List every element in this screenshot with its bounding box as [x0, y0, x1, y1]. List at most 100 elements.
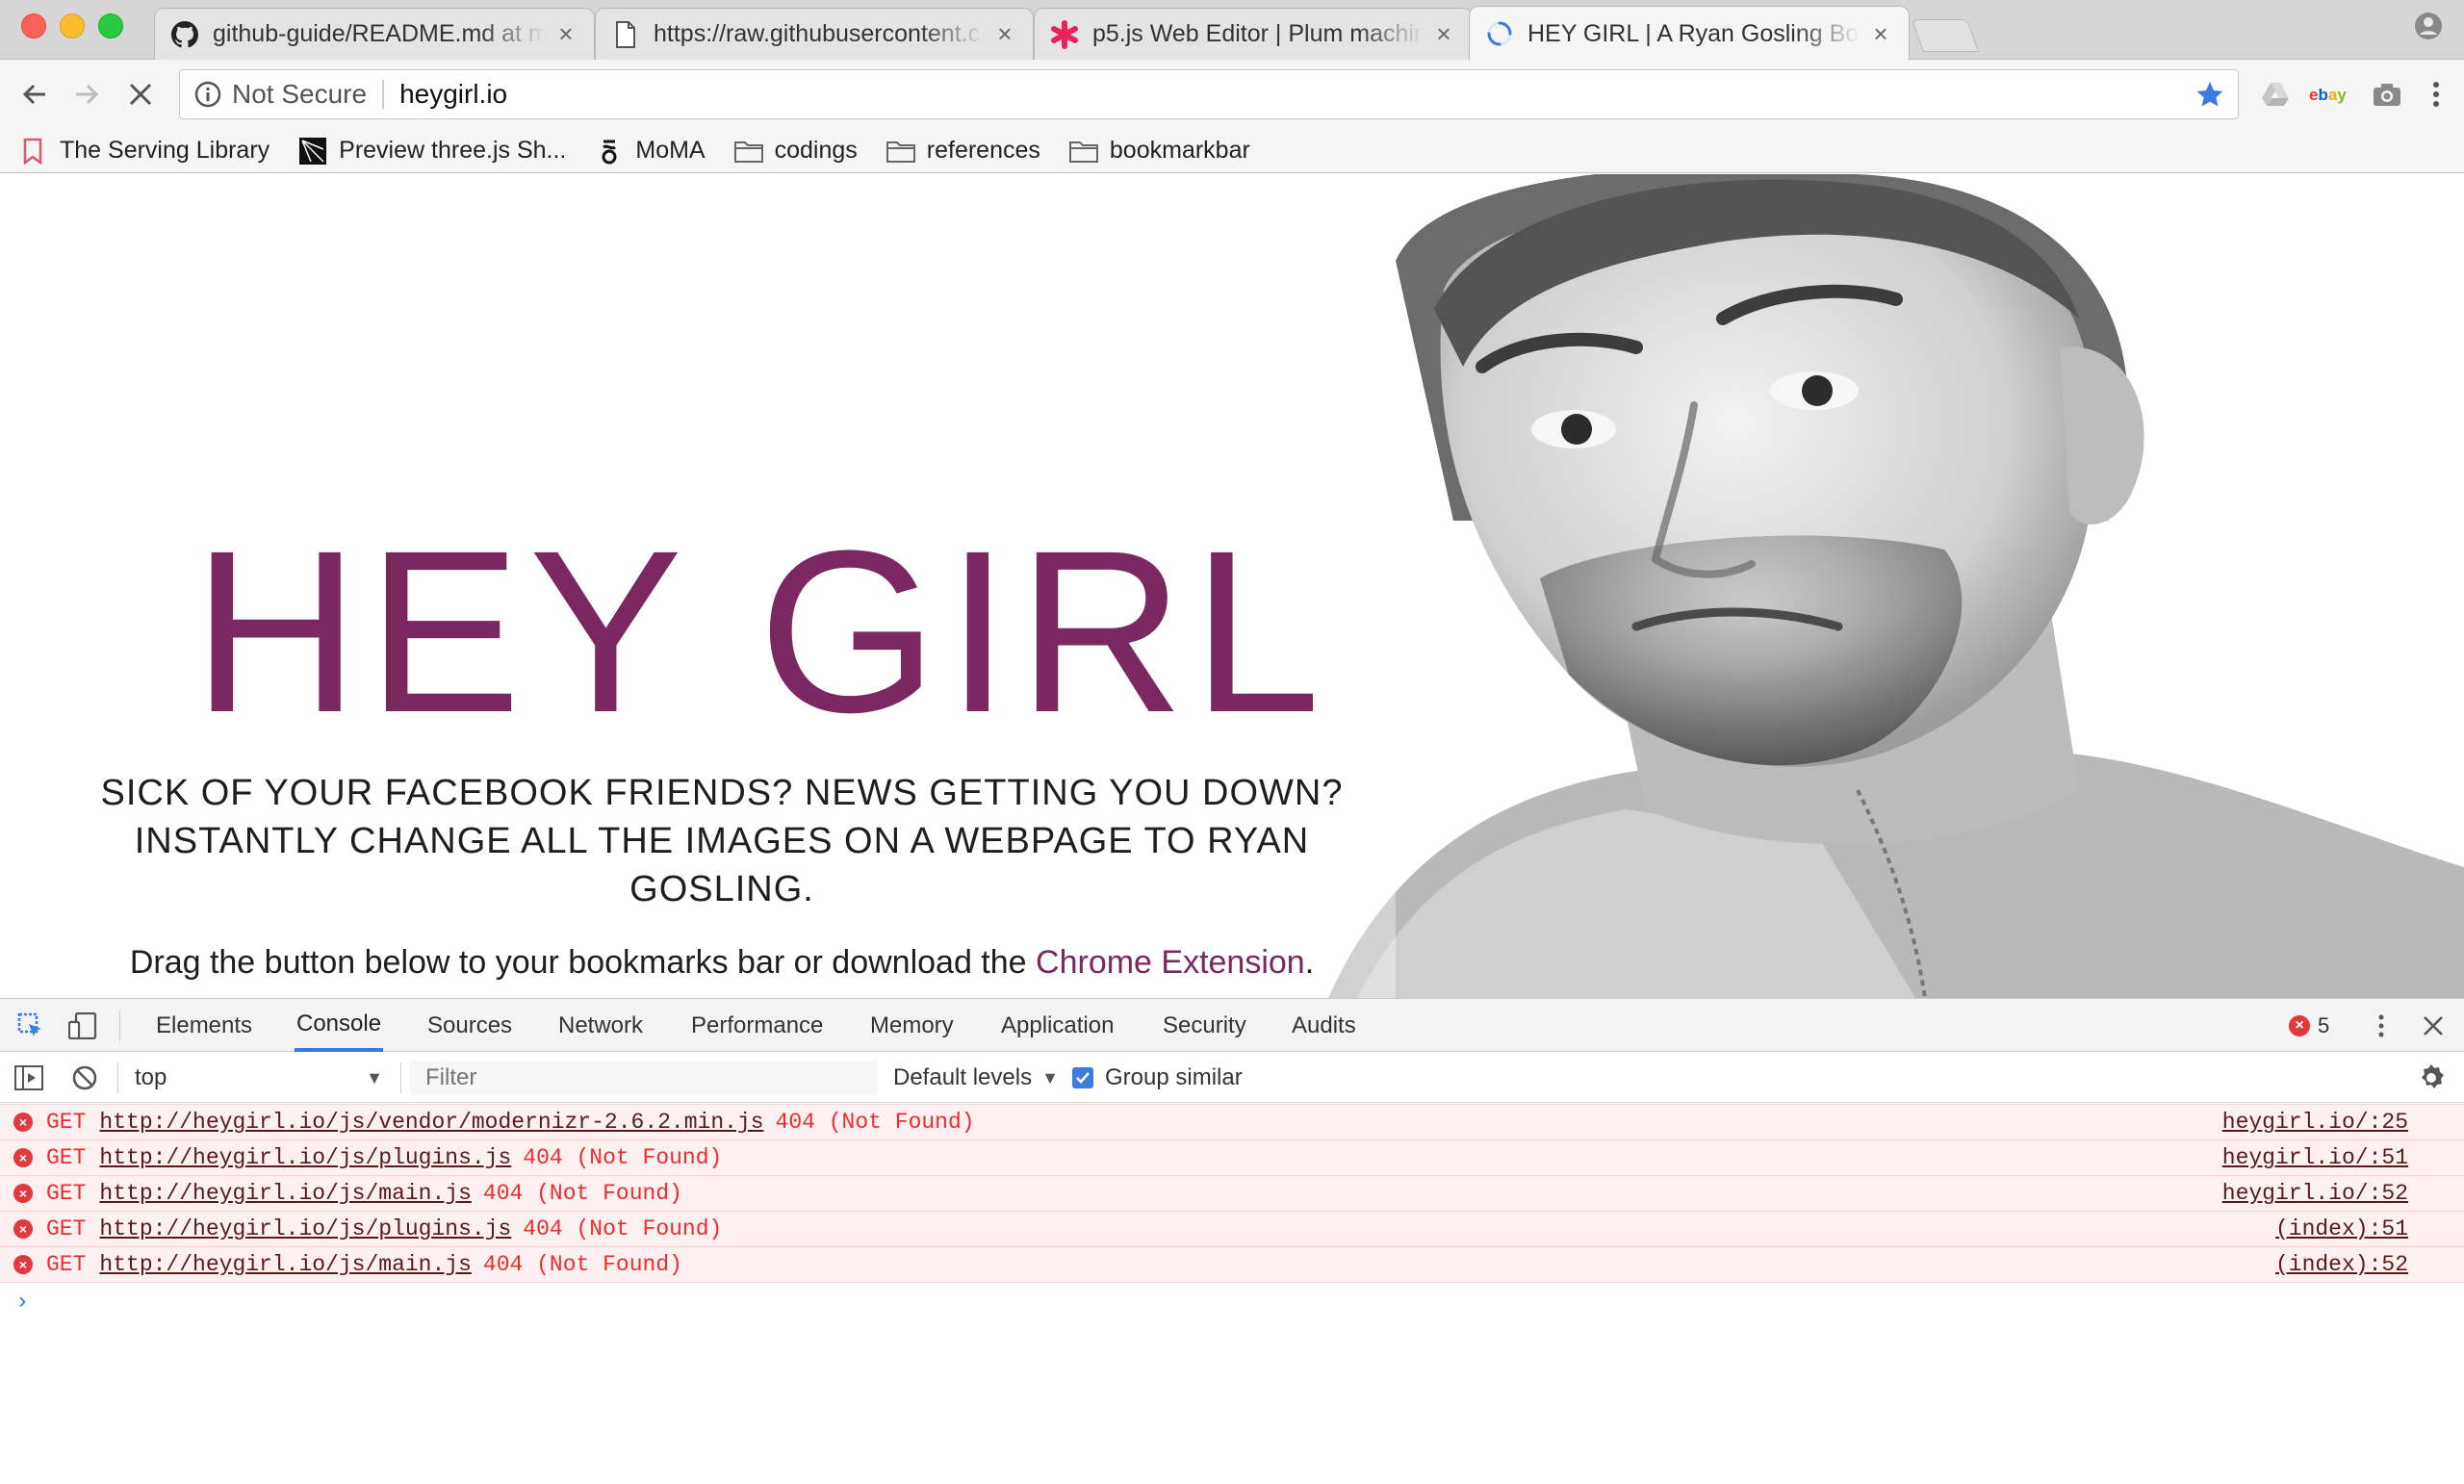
console-prompt[interactable]: › — [0, 1283, 2464, 1321]
bookmarklet-instructions: Drag the button below to your bookmarks … — [58, 944, 1386, 982]
github-icon — [170, 20, 199, 49]
group-similar-label: Group similar — [1105, 1064, 1243, 1090]
loading-spinner-icon — [1485, 19, 1514, 48]
bookmark-star-icon[interactable] — [2195, 80, 2224, 109]
console-error-row[interactable]: × GET http://heygirl.io/js/plugins.js 40… — [0, 1139, 2464, 1176]
forward-button[interactable] — [65, 73, 108, 115]
source-location-link[interactable]: heygirl.io/:52 — [2222, 1181, 2408, 1206]
console-filter-input[interactable] — [410, 1061, 878, 1095]
devtools-tab-elements[interactable]: Elements — [154, 999, 254, 1052]
tab-title: https://raw.githubusercontent.c — [654, 20, 981, 47]
source-location-link[interactable]: heygirl.io/:25 — [2222, 1110, 2408, 1135]
checkbox-checked-icon[interactable] — [1072, 1067, 1093, 1088]
forward-arrow-icon — [76, 84, 99, 105]
tab-title: github-guide/README.md at m — [213, 20, 546, 47]
browser-toolbar: Not Secure heygirl.io ebay — [0, 60, 2464, 129]
clear-console-icon[interactable] — [69, 1062, 100, 1093]
bookmark-label: references — [926, 137, 1040, 164]
devtools-tab-bar: Elements Console Sources Network Perform… — [0, 999, 2464, 1052]
browser-tab-p5js[interactable]: p5.js Web Editor | Plum machin × — [1034, 8, 1473, 60]
minimize-window-button[interactable] — [60, 13, 85, 38]
tab-close-icon[interactable]: × — [1431, 19, 1456, 49]
devtools-tab-network[interactable]: Network — [556, 999, 645, 1052]
instructions-text: Drag the button below to your bookmarks … — [129, 944, 1037, 981]
inspect-element-icon[interactable] — [15, 1011, 46, 1041]
tab-close-icon[interactable]: × — [553, 19, 578, 49]
devtools-tab-performance[interactable]: Performance — [689, 999, 825, 1052]
source-location-link[interactable]: (index):52 — [2275, 1252, 2408, 1277]
browser-tab-raw-github[interactable]: https://raw.githubusercontent.c × — [595, 8, 1034, 60]
info-icon[interactable] — [193, 80, 222, 109]
bookmark-folder-references[interactable]: references — [886, 137, 1040, 165]
security-label: Not Secure — [232, 79, 368, 109]
moma-icon — [595, 138, 624, 165]
request-url-link[interactable]: http://heygirl.io/js/plugins.js — [99, 1216, 511, 1241]
dropdown-arrow-icon: ▼ — [366, 1068, 383, 1087]
tab-close-icon[interactable]: × — [1868, 19, 1893, 49]
log-levels-dropdown[interactable]: Default levels ▼ — [893, 1061, 1059, 1095]
source-location-link[interactable]: heygirl.io/:51 — [2222, 1145, 2408, 1170]
filter-divider — [400, 1062, 401, 1093]
request-method: GET — [46, 1216, 87, 1241]
error-count-badge[interactable]: × 5 — [2289, 1011, 2329, 1041]
device-toolbar-icon[interactable] — [67, 1011, 98, 1041]
bookmark-moma[interactable]: MoMA — [595, 137, 706, 165]
devtools-tab-security[interactable]: Security — [1161, 999, 1248, 1052]
request-url-link[interactable]: http://heygirl.io/js/main.js — [99, 1181, 471, 1206]
javascript-context-select[interactable]: top ▼ — [135, 1061, 389, 1095]
browser-tab-github[interactable]: github-guide/README.md at m × — [154, 8, 595, 60]
request-url-link[interactable]: http://heygirl.io/js/main.js — [99, 1252, 471, 1277]
error-icon: × — [2289, 1015, 2310, 1036]
group-similar-toggle[interactable]: Group similar — [1072, 1061, 1243, 1095]
bookmark-label: codings — [774, 137, 858, 164]
error-icon: × — [13, 1113, 33, 1132]
profile-avatar-icon[interactable] — [2414, 12, 2443, 40]
devtools-menu-icon[interactable] — [2366, 1011, 2397, 1041]
tab-close-icon[interactable]: × — [992, 19, 1017, 49]
close-icon — [129, 83, 152, 106]
devtools-tab-application[interactable]: Application — [999, 999, 1116, 1052]
error-count: 5 — [2318, 1013, 2330, 1037]
page-viewport: HEY GIRL SICK OF YOUR FACEBOOK FRIENDS? … — [0, 174, 2464, 998]
tab-title: p5.js Web Editor | Plum machin — [1092, 20, 1424, 47]
address-bar[interactable]: Not Secure heygirl.io — [179, 69, 2239, 119]
devtools-tab-memory[interactable]: Memory — [868, 999, 956, 1052]
console-error-row[interactable]: × GET http://heygirl.io/js/plugins.js 40… — [0, 1211, 2464, 1247]
ebay-extension-icon[interactable]: ebay — [2306, 73, 2354, 115]
zoom-window-button[interactable] — [98, 13, 123, 38]
stop-loading-button[interactable] — [119, 73, 162, 115]
request-url-link[interactable]: http://heygirl.io/js/plugins.js — [99, 1145, 511, 1170]
new-tab-button[interactable] — [1911, 19, 1980, 52]
chrome-extension-link[interactable]: Chrome Extension — [1036, 944, 1305, 981]
camera-extension-icon[interactable] — [2368, 73, 2406, 115]
log-levels-label: Default levels — [893, 1064, 1033, 1090]
bookmark-label: Preview three.js Sh... — [339, 137, 567, 164]
console-error-row[interactable]: × GET http://heygirl.io/js/vendor/modern… — [0, 1104, 2464, 1140]
browser-tab-heygirl[interactable]: HEY GIRL | A Ryan Gosling Boo × — [1469, 6, 1910, 61]
prompt-chevron-icon: › — [15, 1289, 30, 1316]
bookmark-serving-library[interactable]: The Serving Library — [19, 137, 270, 165]
devtools-tab-sources[interactable]: Sources — [425, 999, 514, 1052]
request-method: GET — [46, 1145, 87, 1170]
bookmark-label: MoMA — [635, 137, 706, 164]
drive-extension-icon[interactable] — [2256, 73, 2295, 115]
back-button[interactable] — [13, 73, 56, 115]
url-text[interactable]: heygirl.io — [399, 79, 507, 110]
console-settings-gear-icon[interactable] — [2416, 1062, 2447, 1093]
tab-strip: github-guide/README.md at m × https://ra… — [0, 0, 2464, 61]
browser-menu-icon[interactable] — [2420, 73, 2452, 115]
console-error-row[interactable]: × GET http://heygirl.io/js/main.js 404 (… — [0, 1246, 2464, 1283]
bookmark-threejs[interactable]: Preview three.js Sh... — [298, 137, 566, 165]
source-location-link[interactable]: (index):51 — [2275, 1216, 2408, 1241]
error-icon: × — [13, 1219, 33, 1239]
bookmark-folder-bookmarkbar[interactable]: bookmarkbar — [1068, 137, 1250, 165]
show-sidebar-icon[interactable] — [13, 1062, 44, 1093]
bookmark-folder-codings[interactable]: codings — [733, 137, 858, 165]
devtools-tab-audits[interactable]: Audits — [1290, 999, 1358, 1052]
request-status: 404 (Not Found) — [523, 1145, 723, 1170]
close-window-button[interactable] — [21, 13, 46, 38]
close-devtools-icon[interactable] — [2418, 1011, 2449, 1041]
devtools-tab-console[interactable]: Console — [295, 999, 384, 1052]
console-error-row[interactable]: × GET http://heygirl.io/js/main.js 404 (… — [0, 1175, 2464, 1212]
request-url-link[interactable]: http://heygirl.io/js/vendor/modernizr-2.… — [99, 1110, 763, 1135]
